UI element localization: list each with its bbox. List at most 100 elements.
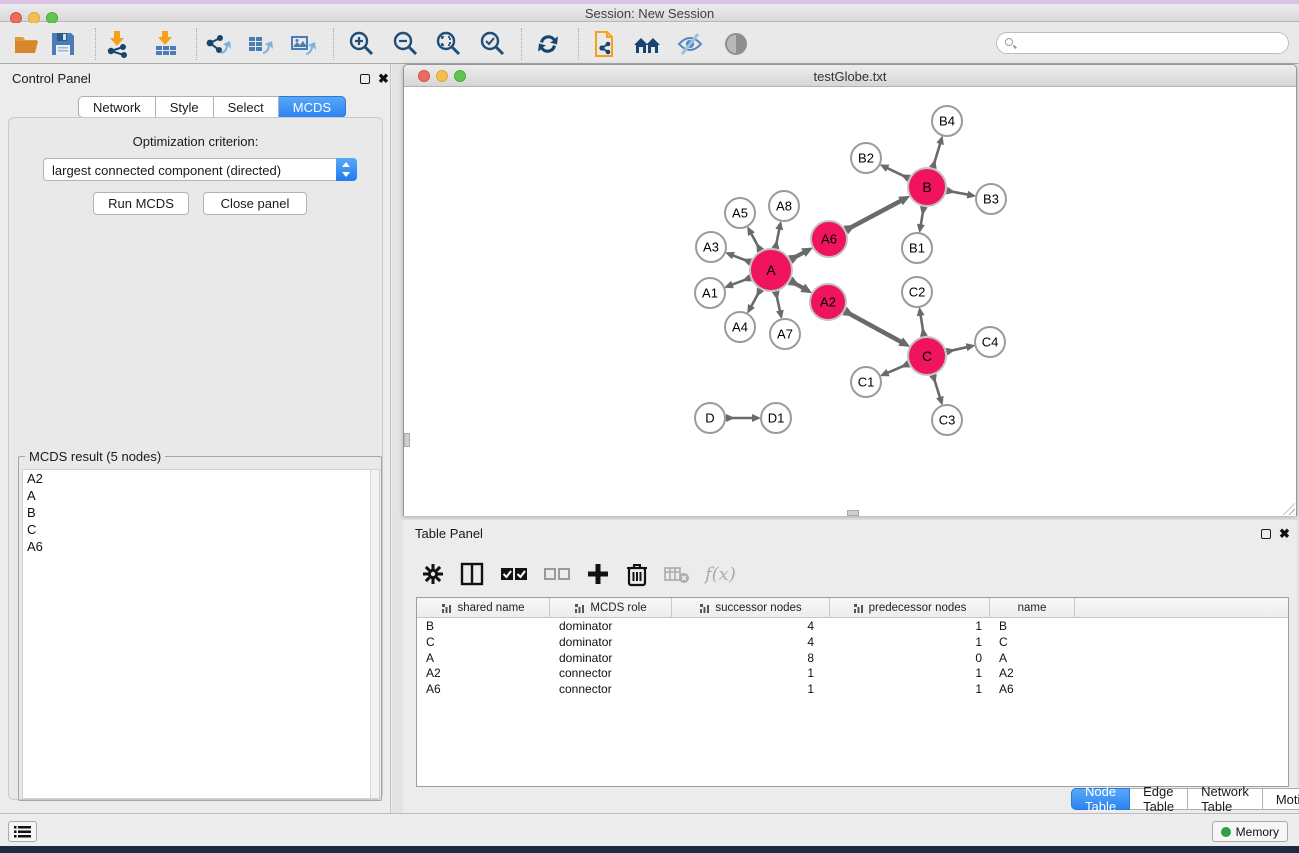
table-body: Bdominator41BCdominator41CAdominator80AA… [417, 619, 1288, 786]
import-table-icon[interactable] [151, 29, 181, 59]
cell-predecessor-nodes: 1 [830, 619, 990, 635]
memory-label: Memory [1236, 825, 1279, 839]
column-header-successor-nodes[interactable]: successor nodes [672, 598, 830, 618]
export-table-icon[interactable] [246, 29, 276, 59]
export-image-icon[interactable] [289, 29, 319, 59]
tab-style[interactable]: Style [156, 96, 214, 118]
column-header-name[interactable]: name [990, 598, 1075, 618]
cell-successor-nodes: 4 [672, 635, 830, 651]
edge-arrowhead [917, 224, 925, 234]
node-label-A: A [766, 262, 776, 278]
network-graph[interactable]: AA6A2BCA1A3A4A5A7A8B1B2B3B4C1C2C3C4DD1 [404, 87, 1296, 516]
node-label-A6: A6 [821, 232, 837, 247]
network-canvas[interactable]: AA6A2BCA1A3A4A5A7A8B1B2B3B4C1C2C3C4DD1 [404, 87, 1296, 516]
table-row[interactable]: A2connector11A2 [417, 666, 1288, 682]
table-row[interactable]: A6connector11A6 [417, 682, 1288, 698]
new-network-from-selection-icon[interactable] [590, 29, 620, 59]
tab-network-table[interactable]: Network Table [1188, 788, 1263, 810]
tab-node-table[interactable]: Node Table [1071, 788, 1130, 810]
app-titlebar: Session: New Session [0, 4, 1299, 22]
network-window-title: testGlobe.txt [404, 69, 1296, 84]
deselect-all-icon[interactable] [543, 561, 571, 587]
table-close-icon[interactable]: ✖ [1279, 529, 1290, 539]
show-columns-icon[interactable] [459, 561, 485, 587]
column-header-label: predecessor nodes [869, 602, 967, 614]
tab-motifs[interactable]: Motifs [1263, 788, 1299, 810]
tab-network[interactable]: Network [78, 96, 156, 118]
cell-successor-nodes: 8 [672, 651, 830, 667]
add-column-icon[interactable] [585, 561, 611, 587]
search-icon [1005, 38, 1013, 46]
table-row[interactable]: Cdominator41C [417, 635, 1288, 651]
network-window: testGlobe.txt AA6A2BCA1A3A4A5A7A8B1B2B3B… [403, 64, 1297, 516]
mcds-result-list[interactable]: A2ABCA6 [22, 469, 380, 799]
export-network-icon[interactable] [203, 29, 233, 59]
tab-mcds[interactable]: MCDS [279, 96, 346, 118]
result-item[interactable]: B [23, 504, 379, 521]
show-graphics-details-icon[interactable] [721, 29, 751, 59]
table-row[interactable]: Adominator80A [417, 651, 1288, 667]
table-header-row: shared name MCDS role successor nodes prede… [417, 598, 1288, 618]
close-panel-button[interactable]: Close panel [203, 192, 307, 215]
hide-graphics-details-icon[interactable] [675, 29, 705, 59]
float-panel-icon[interactable] [360, 74, 370, 84]
optimization-criterion-value: largest connected component (directed) [52, 163, 281, 178]
search-input[interactable] [996, 32, 1289, 54]
table-tabs: Node TableEdge TableNetwork TableMotifs [1071, 788, 1299, 811]
node-label-D: D [705, 411, 714, 426]
cell-predecessor-nodes: 1 [830, 635, 990, 651]
main-toolbar [0, 23, 1299, 64]
apply-layout-icon[interactable] [533, 29, 563, 59]
memory-button[interactable]: Memory [1212, 821, 1288, 842]
column-header-label: MCDS role [590, 602, 646, 614]
edge-arrowhead [726, 414, 735, 422]
zoom-selected-icon[interactable] [477, 29, 507, 59]
node-table[interactable]: shared name MCDS role successor nodes prede… [416, 597, 1289, 787]
save-session-icon[interactable] [48, 29, 78, 59]
node-label-A5: A5 [732, 206, 748, 221]
first-neighbors-icon[interactable] [632, 29, 662, 59]
column-header-shared-name[interactable]: shared name [417, 598, 550, 618]
node-label-A3: A3 [703, 240, 719, 255]
cell-successor-nodes: 1 [672, 682, 830, 698]
network-vscroll-thumb[interactable] [404, 433, 410, 447]
task-history-button[interactable] [8, 821, 37, 842]
cell-MCDS-role: dominator [550, 651, 672, 667]
node-label-A8: A8 [776, 199, 792, 214]
network-window-titlebar[interactable]: testGlobe.txt [404, 65, 1296, 87]
result-item[interactable]: A [23, 487, 379, 504]
delete-columns-icon[interactable] [625, 561, 649, 587]
zoom-fit-icon[interactable] [433, 29, 463, 59]
zoom-in-icon[interactable] [346, 29, 376, 59]
edge-arrowhead [776, 310, 784, 320]
mcds-result-title: MCDS result (5 nodes) [25, 449, 165, 464]
import-network-icon[interactable] [103, 29, 133, 59]
open-session-icon[interactable] [12, 29, 42, 59]
close-panel-icon[interactable]: ✖ [378, 74, 389, 84]
table-float-icon[interactable] [1261, 529, 1271, 539]
column-header-label: name [1018, 602, 1047, 614]
result-item[interactable]: A2 [23, 470, 379, 487]
column-settings-gear-icon[interactable] [421, 562, 445, 586]
network-hscroll-thumb[interactable] [847, 510, 859, 516]
column-header-predecessor-nodes[interactable]: predecessor nodes [830, 598, 990, 618]
select-all-icon[interactable] [499, 561, 529, 587]
tab-edge-table[interactable]: Edge Table [1130, 788, 1188, 810]
zoom-out-icon[interactable] [390, 29, 420, 59]
column-sort-icon [699, 603, 710, 614]
table-toolbar: f(x) [421, 556, 736, 592]
result-item[interactable]: A6 [23, 538, 379, 555]
result-item[interactable]: C [23, 521, 379, 538]
node-label-C4: C4 [982, 335, 999, 350]
edge-arrowhead [966, 343, 976, 351]
cell-MCDS-role: connector [550, 682, 672, 698]
node-label-A4: A4 [732, 320, 748, 335]
list-icon [9, 822, 36, 841]
tab-select[interactable]: Select [214, 96, 279, 118]
result-list-scrollbar[interactable] [370, 470, 379, 798]
column-header-MCDS-role[interactable]: MCDS role [550, 598, 672, 618]
optimization-criterion-select[interactable]: largest connected component (directed) [43, 158, 357, 181]
column-header-label: successor nodes [715, 602, 801, 614]
table-row[interactable]: Bdominator41B [417, 619, 1288, 635]
run-mcds-button[interactable]: Run MCDS [93, 192, 189, 215]
